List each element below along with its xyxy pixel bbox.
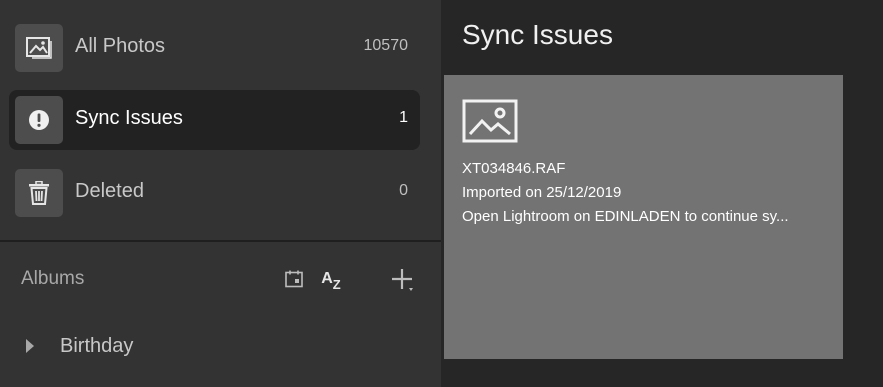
photo-filename: XT034846.RAF bbox=[462, 160, 566, 177]
album-item-birthday[interactable]: Birthday bbox=[21, 333, 421, 361]
trash-icon bbox=[15, 169, 63, 217]
page-title: Sync Issues bbox=[462, 19, 613, 50]
sidebar-item-sync-issues[interactable]: Sync Issues 1 bbox=[9, 90, 420, 150]
lightroom-window: All Photos 10570 Sync Issues 1 Deleted 0… bbox=[0, 0, 883, 387]
photo-card[interactable]: XT034846.RAF Imported on 25/12/2019 Open… bbox=[444, 75, 843, 359]
album-label: Birthday bbox=[60, 335, 134, 357]
sidebar: All Photos 10570 Sync Issues 1 Deleted 0… bbox=[0, 0, 441, 387]
image-placeholder-icon bbox=[462, 99, 518, 148]
sort-az-icon[interactable]: A Z bbox=[318, 268, 344, 292]
albums-header: Albums bbox=[21, 268, 85, 289]
photo-imported-date: Imported on 25/12/2019 bbox=[462, 184, 622, 201]
alert-icon bbox=[15, 96, 63, 144]
sidebar-item-all-photos[interactable]: All Photos 10570 bbox=[9, 18, 420, 78]
sort-by-date-icon[interactable] bbox=[283, 268, 305, 290]
sidebar-item-label: Deleted bbox=[75, 180, 144, 202]
sidebar-item-count: 10570 bbox=[363, 37, 409, 54]
add-album-icon[interactable] bbox=[389, 267, 415, 293]
sidebar-item-count: 1 bbox=[399, 109, 408, 126]
sync-message: Open Lightroom on EDINLADEN to continue … bbox=[462, 208, 789, 225]
sidebar-item-label: Sync Issues bbox=[75, 107, 183, 129]
sort-az-sub-letter: Z bbox=[332, 276, 341, 292]
sidebar-divider bbox=[0, 240, 441, 242]
sort-az-letter: A bbox=[321, 270, 333, 287]
main-panel: Sync Issues XT034846.RAF Imported on 25/… bbox=[441, 0, 883, 387]
sidebar-item-label: All Photos bbox=[75, 35, 166, 57]
sidebar-item-count: 0 bbox=[399, 182, 408, 199]
expand-caret-icon[interactable] bbox=[25, 338, 35, 359]
image-icon bbox=[15, 24, 63, 72]
sidebar-item-deleted[interactable]: Deleted 0 bbox=[9, 163, 420, 223]
